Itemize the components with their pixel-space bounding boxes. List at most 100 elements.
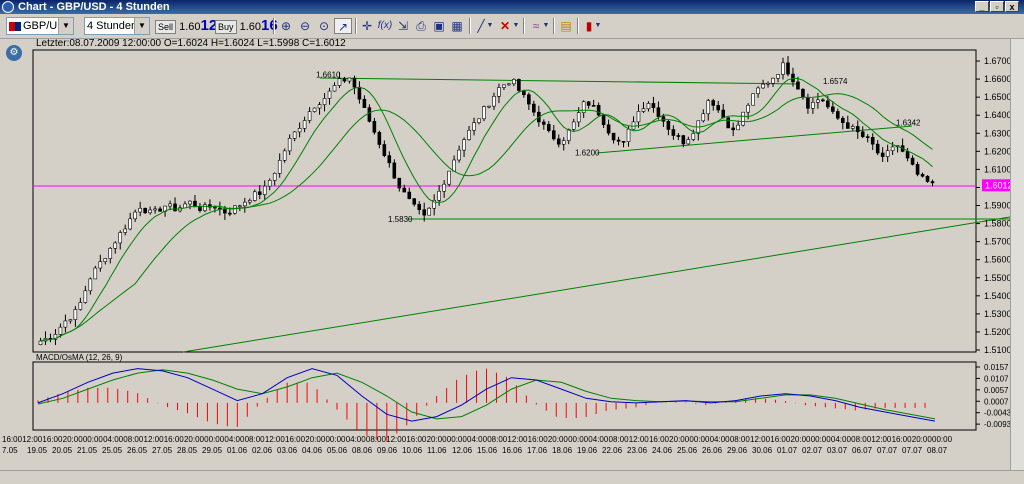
candle-body (188, 200, 192, 205)
x-date-label: 22.06 (602, 446, 623, 455)
candle-body (641, 108, 646, 112)
candle-body (108, 248, 113, 259)
candle-body (198, 206, 202, 211)
x-date-label: 19.06 (577, 446, 598, 455)
x-time-label: 04:00 (103, 435, 124, 444)
candle-body (517, 79, 521, 91)
candle-body (497, 87, 501, 97)
price-tick-label: 1.5300 (984, 309, 1012, 319)
x-date-label: 26.05 (127, 446, 148, 455)
macd-tick-label: 0.0057 (984, 386, 1009, 395)
candle-body (78, 302, 83, 310)
candle-body (292, 131, 297, 139)
candle-body (168, 203, 172, 207)
candle-body (691, 133, 696, 140)
price-tick-label: 1.5500 (984, 273, 1012, 283)
candle-body (571, 121, 576, 130)
candle-body (581, 101, 586, 114)
candle-body (860, 131, 865, 137)
candle-body (855, 126, 860, 133)
x-date-label: 06.07 (852, 446, 873, 455)
candle-body (806, 97, 810, 109)
candle-body (407, 191, 412, 199)
x-date-label: 25.06 (677, 446, 698, 455)
candle-body (741, 111, 745, 126)
price-annotation: 1.6610 (316, 70, 341, 79)
candle-body (576, 112, 581, 123)
x-time-label: 16:00 (42, 435, 63, 444)
price-annotation: 1.6574 (823, 77, 848, 86)
candle-body (661, 116, 666, 122)
candle-body (477, 118, 481, 123)
candle-body (228, 212, 232, 215)
candle-body (721, 109, 726, 119)
candle-body (93, 267, 98, 280)
x-time-label: 04:00 (588, 435, 609, 444)
macd-tick-label: 0.0107 (984, 374, 1009, 383)
candle-body (357, 86, 362, 100)
candle-body (706, 100, 711, 115)
candle-body (776, 74, 780, 79)
x-date-label: 04.06 (302, 446, 323, 455)
candle-body (801, 88, 805, 98)
candle-body (213, 206, 217, 209)
candle-body (377, 132, 382, 145)
candle-body (766, 82, 770, 85)
x-time-label: 12:00 (386, 435, 407, 444)
x-time-label: 08:00 (487, 435, 508, 444)
price-annotation: 1.5830 (388, 215, 413, 224)
x-time-label: 04:00 (831, 435, 852, 444)
candle-body (686, 139, 691, 145)
candle-body (880, 152, 885, 157)
candle-body (870, 136, 875, 145)
candle-body (367, 107, 372, 122)
candle-body (502, 84, 506, 88)
x-time-label: 00:00 (568, 435, 589, 444)
candle-body (38, 340, 43, 345)
candle-body (342, 78, 347, 82)
x-date-label: 17.06 (527, 446, 548, 455)
vertical-scrollbar[interactable] (1010, 39, 1024, 470)
candle-body (252, 191, 257, 201)
candle-body (312, 107, 317, 112)
candle-body (422, 209, 427, 216)
x-date-label: 02.06 (252, 446, 273, 455)
x-time-label: 20:00 (305, 435, 326, 444)
candle-body (546, 124, 551, 131)
price-annotation: 1.6342 (896, 119, 921, 128)
x-date-label: 16.06 (502, 446, 523, 455)
x-time-label: 04:00 (467, 435, 488, 444)
candle-body (322, 98, 327, 106)
candle-body (556, 138, 561, 145)
candle-body (771, 77, 775, 84)
candle-body (885, 150, 890, 157)
candle-body (412, 198, 417, 205)
candle-body (651, 103, 656, 109)
candle-body (158, 208, 162, 212)
candle-body (128, 218, 132, 230)
x-date-label: 08.07 (927, 446, 948, 455)
x-time-label: 20:00 (790, 435, 811, 444)
candle-body (243, 201, 247, 207)
price-tick-label: 1.6600 (984, 74, 1012, 84)
candle-body (297, 128, 302, 133)
candle-body (507, 83, 511, 86)
x-date-label: 01.07 (777, 446, 798, 455)
candle-body (586, 101, 591, 106)
candle-body (532, 103, 536, 113)
candle-body (437, 190, 441, 201)
price-tick-label: 1.6700 (984, 56, 1012, 66)
candle-body (875, 143, 880, 154)
x-date-label: 01.06 (227, 446, 248, 455)
macd-tick-label: -0.0043 (984, 409, 1012, 418)
candle-body (626, 128, 631, 142)
candle-body (148, 209, 152, 214)
price-chart[interactable]: 1.6700 1.6600 1.6500 1.6400 1.6300 1.6200 1.61… (0, 0, 1024, 483)
x-time-label: 00:00 (447, 435, 468, 444)
x-date-label: 10.06 (402, 446, 423, 455)
candle-body (362, 98, 367, 108)
candle-body (138, 207, 142, 213)
candle-body (462, 139, 466, 151)
candle-body (247, 200, 252, 203)
price-panel (32, 49, 977, 353)
